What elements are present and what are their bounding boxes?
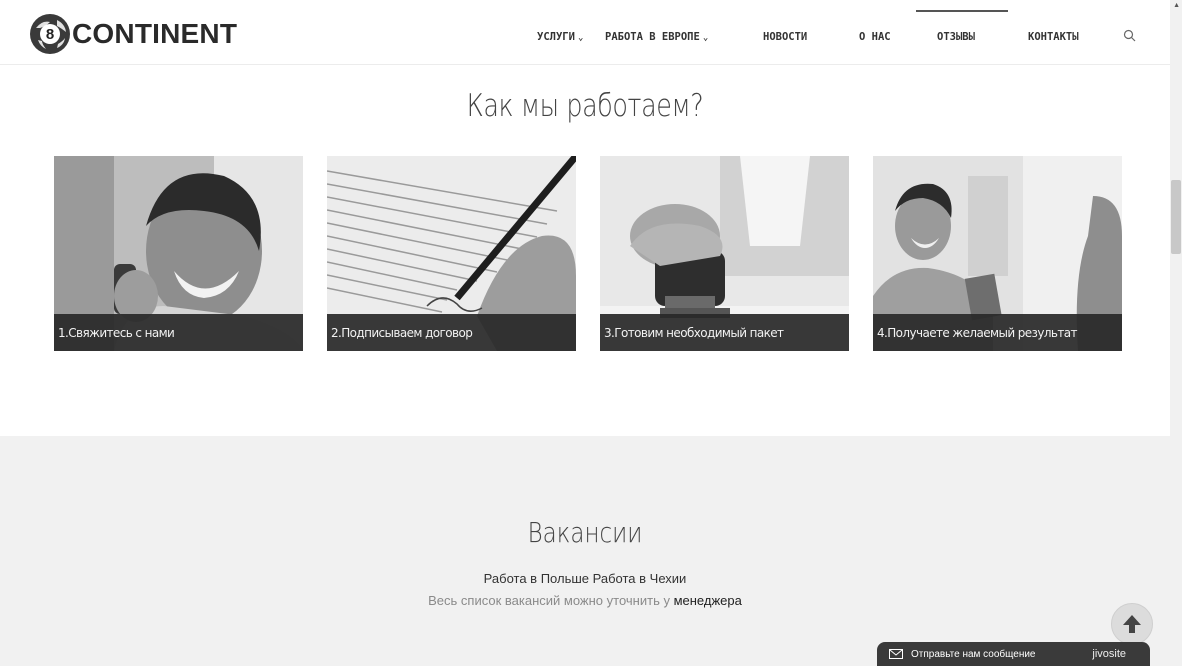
manager-link[interactable]: менеджера xyxy=(674,593,742,608)
nav-item-label: НОВОСТИ xyxy=(763,31,808,43)
envelope-icon xyxy=(889,649,903,659)
nav-item-services[interactable]: УСЛУГИ ⌄ xyxy=(537,31,583,43)
nav-active-indicator xyxy=(916,10,1008,12)
logo-digit: 8 xyxy=(40,24,60,44)
nav-item-reviews[interactable]: ОТЗЫВЫ xyxy=(937,31,975,43)
scroll-thumb[interactable] xyxy=(1171,180,1181,254)
vacancies-note-text: Весь список вакансий можно уточнить у xyxy=(428,593,674,608)
chevron-down-icon: ⌄ xyxy=(702,33,709,43)
arrow-up-icon xyxy=(1123,615,1141,633)
vacancies-section: Вакансии Работа в Польше Работа в Чехии … xyxy=(0,436,1170,666)
step-caption: 2.Подписываем договор xyxy=(327,314,576,351)
vacancies-title: Вакансии xyxy=(527,516,643,549)
scroll-to-top-button[interactable] xyxy=(1111,603,1153,645)
nav-item-work-in-europe[interactable]: РАБОТА В ЕВРОПЕ ⌄ xyxy=(605,31,708,43)
nav-item-label: О НАС xyxy=(859,31,891,43)
step-caption: 4.Получаете желаемый результат xyxy=(873,314,1122,351)
chat-prompt: Отправьте нам сообщение xyxy=(911,648,1036,660)
search-icon[interactable] xyxy=(1123,29,1137,43)
nav-item-label: УСЛУГИ xyxy=(537,31,575,43)
nav-item-contacts[interactable]: КОНТАКТЫ xyxy=(1028,31,1079,43)
step-card-result[interactable]: 4.Получаете желаемый результат xyxy=(873,156,1122,351)
step-card-package[interactable]: 3.Готовим необходимый пакет xyxy=(600,156,849,351)
chat-widget[interactable]: Отправьте нам сообщение jivosite xyxy=(877,642,1150,666)
nav-item-label: ОТЗЫВЫ xyxy=(937,31,975,43)
main-nav: УСЛУГИ ⌄ РАБОТА В ЕВРОПЕ ⌄ НОВОСТИ О НАС О… xyxy=(0,0,1170,64)
chevron-down-icon: ⌄ xyxy=(577,33,584,43)
vacancies-note: Весь список вакансий можно уточнить у ме… xyxy=(0,593,1170,608)
page-scrollbar[interactable]: ▲ xyxy=(1170,0,1182,666)
nav-item-label: КОНТАКТЫ xyxy=(1028,31,1079,43)
vacancy-links: Работа в Польше Работа в Чехии xyxy=(0,571,1170,586)
step-card-contact[interactable]: 1.Свяжитесь с нами xyxy=(54,156,303,351)
scroll-up-arrow-icon[interactable]: ▲ xyxy=(1173,2,1180,9)
step-caption: 3.Готовим необходимый пакет xyxy=(600,314,849,351)
work-in-poland-link[interactable]: Работа в Польше xyxy=(484,571,589,586)
step-card-contract[interactable]: 2.Подписываем договор xyxy=(327,156,576,351)
nav-item-about[interactable]: О НАС xyxy=(859,31,891,43)
nav-item-label: РАБОТА В ЕВРОПЕ xyxy=(605,31,700,43)
work-in-czech-link[interactable]: Работа в Чехии xyxy=(593,571,687,586)
nav-item-news[interactable]: НОВОСТИ xyxy=(763,31,807,43)
how-we-work-title: Как мы работаем? xyxy=(466,88,704,124)
site-header: 8 CONTINENT УСЛУГИ ⌄ РАБОТА В ЕВРОПЕ ⌄ НОВ… xyxy=(0,0,1170,65)
chat-brand: jivosite xyxy=(1092,648,1126,660)
step-caption: 1.Свяжитесь с нами xyxy=(54,314,303,351)
